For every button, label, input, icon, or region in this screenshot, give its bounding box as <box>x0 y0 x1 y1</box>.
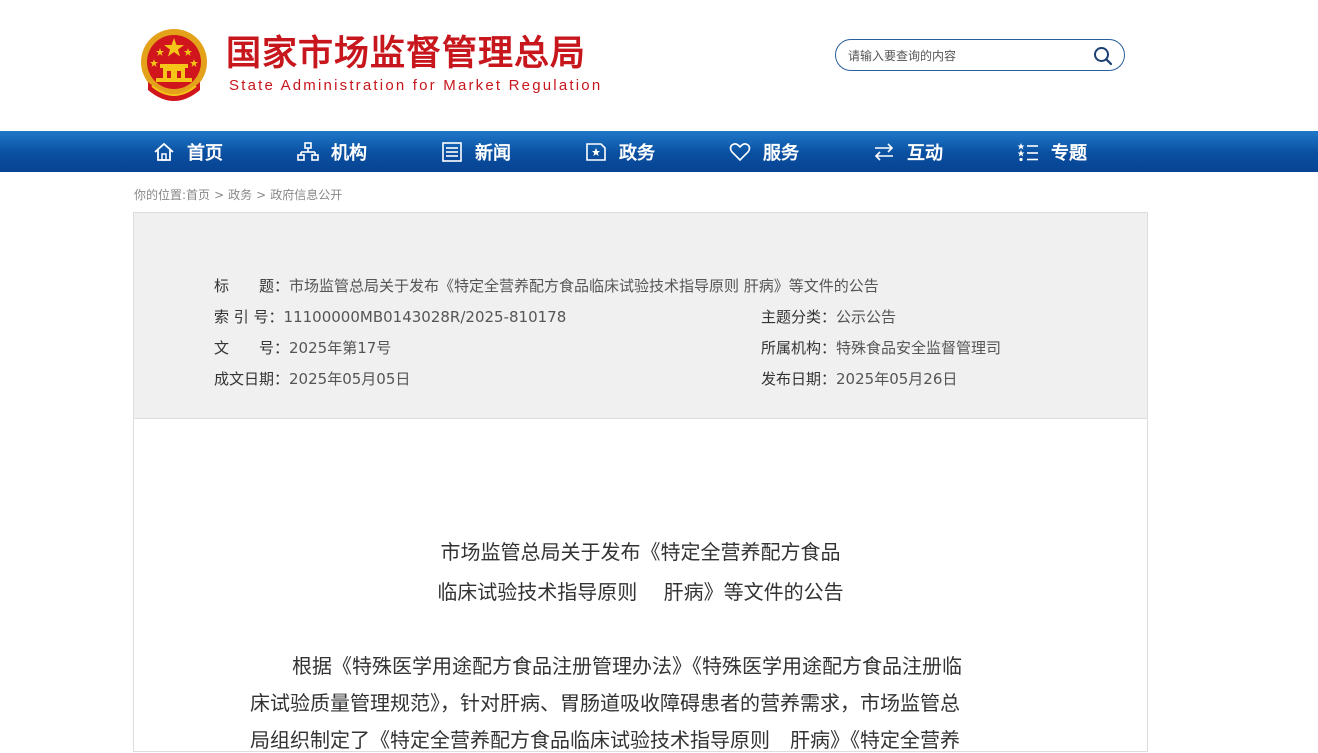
meta-created-date-value: 2025年05月05日 <box>289 370 411 388</box>
meta-organization-row: 所属机构：特殊食品安全监督管理司 <box>761 337 1001 358</box>
meta-category-value: 公示公告 <box>836 308 897 326</box>
nav-item-label: 互动 <box>907 142 943 164</box>
article-title-line: 市场监管总局关于发布《特定全营养配方食品 <box>440 540 841 564</box>
nav-item-label: 机构 <box>331 142 367 164</box>
search-input[interactable] <box>846 44 1090 68</box>
site-logo-chinese[interactable]: 国家市场监督管理总局 <box>226 32 586 76</box>
meta-doc-number-value: 2025年第17号 <box>289 339 392 357</box>
exchange-arrows-icon <box>874 142 894 161</box>
nav-item-label: 服务 <box>763 142 799 164</box>
breadcrumb-link-home[interactable]: 首页 <box>186 188 210 202</box>
meta-organization-label: 所属机构： <box>761 339 837 357</box>
meta-published-date-value: 2025年05月26日 <box>836 370 958 388</box>
nav-item-organization[interactable]: 机构 <box>297 131 367 172</box>
article-body-line: 床试验质量管理规范》，针对肝病、胃肠道吸收障碍患者的营养需求，市场监管总 <box>250 691 960 715</box>
heart-icon <box>729 142 751 161</box>
meta-index-row: 索 引 号：11100000MB0143028R/2025-810178 <box>214 306 566 327</box>
breadcrumb-separator: > <box>256 188 267 202</box>
meta-doc-number-row: 文 号：2025年第17号 <box>214 337 391 358</box>
main-nav: 首页 机构 新闻 政务 服务 互动 专题 <box>0 131 1318 172</box>
article-body-line: 局组织制定了《特定全营养配方食品临床试验技术指导原则 肝病》《特定全营养 <box>250 728 960 752</box>
meta-title-label: 标 题： <box>214 277 290 295</box>
site-logo-english[interactable]: State Administration for Market Regulati… <box>229 77 602 94</box>
national-emblem-icon[interactable] <box>138 26 210 102</box>
topic-list-icon <box>1017 142 1038 161</box>
site-header: 国家市场监督管理总局 State Administration for Mark… <box>0 0 1318 131</box>
nav-item-government-affairs[interactable]: 政务 <box>585 131 655 172</box>
meta-category-row: 主题分类：公示公告 <box>761 306 896 327</box>
breadcrumb-link-info-disclosure[interactable]: 政府信息公开 <box>270 188 342 202</box>
nav-item-label: 政务 <box>619 142 655 164</box>
breadcrumb-prefix: 你的位置: <box>134 188 187 202</box>
meta-created-date-row: 成文日期：2025年05月05日 <box>214 368 410 389</box>
search-icon[interactable] <box>1092 45 1114 67</box>
nav-item-interaction[interactable]: 互动 <box>873 131 943 172</box>
meta-doc-number-label: 文 号： <box>214 339 290 357</box>
meta-title-row: 标 题：市场监管总局关于发布《特定全营养配方食品临床试验技术指导原则 肝病》等文… <box>214 275 879 296</box>
nav-item-label: 专题 <box>1051 142 1087 164</box>
search-bar <box>835 39 1125 71</box>
meta-title-value: 市场监管总局关于发布《特定全营养配方食品临床试验技术指导原则 肝病》等文件的公告 <box>289 277 879 295</box>
article-body-line: 根据《特殊医学用途配方食品注册管理办法》《特殊医学用途配方食品注册临 <box>292 654 962 678</box>
article-title-line: 临床试验技术指导原则 肝病》等文件的公告 <box>437 580 844 604</box>
nav-item-topics[interactable]: 专题 <box>1017 131 1087 172</box>
news-icon <box>442 141 462 162</box>
breadcrumb-link-affairs[interactable]: 政务 <box>228 188 252 202</box>
meta-index-label: 索 引 号： <box>214 308 284 326</box>
meta-index-value: 11100000MB0143028R/2025-810178 <box>283 308 567 326</box>
home-icon <box>154 142 174 161</box>
nav-item-label: 首页 <box>187 142 223 164</box>
breadcrumb: 你的位置:首页 > 政务 > 政府信息公开 <box>134 186 342 203</box>
nav-item-services[interactable]: 服务 <box>729 131 799 172</box>
nav-item-news[interactable]: 新闻 <box>441 131 511 172</box>
government-affairs-icon <box>586 142 606 161</box>
meta-category-label: 主题分类： <box>761 308 837 326</box>
meta-published-date-row: 发布日期：2025年05月26日 <box>761 368 957 389</box>
meta-published-date-label: 发布日期： <box>761 370 837 388</box>
nav-item-home[interactable]: 首页 <box>153 131 223 172</box>
org-chart-icon <box>297 141 319 161</box>
meta-organization-value: 特殊食品安全监督管理司 <box>836 339 1002 357</box>
breadcrumb-separator: > <box>214 188 225 202</box>
document-metadata: 标 题：市场监管总局关于发布《特定全营养配方食品临床试验技术指导原则 肝病》等文… <box>134 213 1147 419</box>
meta-created-date-label: 成文日期： <box>214 370 290 388</box>
article-card: 标 题：市场监管总局关于发布《特定全营养配方食品临床试验技术指导原则 肝病》等文… <box>133 212 1148 752</box>
nav-item-label: 新闻 <box>475 142 511 164</box>
